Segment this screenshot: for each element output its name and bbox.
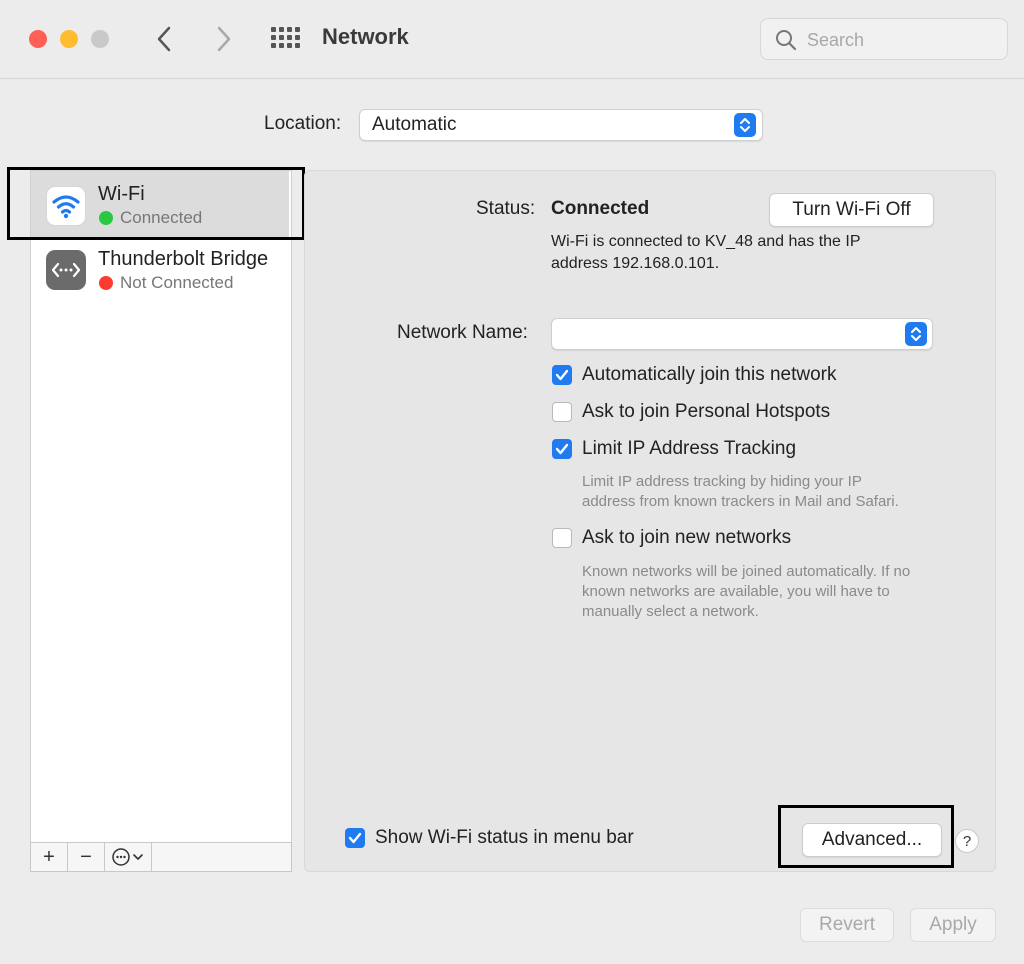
checkmark-icon: [555, 369, 569, 381]
limit-ip-tracking-checkbox[interactable]: [552, 439, 572, 459]
status-label: Status:: [476, 198, 536, 219]
service-name-thunderbolt-bridge: Thunderbolt Bridge: [98, 248, 269, 270]
search-icon: [776, 30, 797, 51]
turn-wifi-off-button[interactable]: Turn Wi-Fi Off: [769, 193, 934, 227]
checkmark-icon: [555, 443, 569, 455]
service-status-thunderbolt-bridge: Not Connected: [120, 273, 234, 292]
remove-service-button[interactable]: −: [68, 843, 105, 871]
ask-join-new-networks-desc-line3: manually select a network.: [582, 603, 759, 620]
ask-join-new-networks-label: Ask to join new networks: [582, 527, 792, 548]
network-name-popup[interactable]: [551, 318, 933, 350]
action-menu-button[interactable]: [105, 843, 152, 871]
ask-join-new-networks-desc-line2: known networks are available, you will h…: [582, 583, 890, 600]
close-window-button[interactable]: [29, 30, 47, 48]
location-value: Automatic: [372, 114, 457, 135]
popup-arrows-icon: [905, 322, 927, 346]
chevron-right-icon: [217, 26, 231, 52]
limit-ip-tracking-desc-line1: Limit IP address tracking by hiding your…: [582, 473, 862, 490]
limit-ip-tracking-label: Limit IP Address Tracking: [582, 438, 797, 459]
popup-arrows-icon: [734, 113, 756, 137]
forward-button[interactable]: [212, 24, 234, 54]
highlight-box-advanced: [778, 805, 954, 868]
limit-ip-tracking-desc-line2: address from known trackers in Mail and …: [582, 493, 899, 510]
add-service-button[interactable]: +: [31, 843, 68, 871]
location-popup[interactable]: Automatic: [359, 109, 763, 141]
checkmark-icon: [348, 832, 362, 844]
highlight-box-wifi: [7, 167, 305, 240]
show-status-menu-bar-checkbox[interactable]: [345, 828, 365, 848]
ask-join-hotspots-label: Ask to join Personal Hotspots: [582, 401, 831, 422]
zoom-window-button[interactable]: [91, 30, 109, 48]
search-input[interactable]: [805, 27, 999, 53]
location-label: Location:: [264, 113, 342, 134]
service-list-toolbar: + −: [30, 842, 292, 872]
status-description-line2: address 192.168.0.101.: [551, 255, 720, 272]
detail-panel: [304, 170, 996, 872]
revert-button[interactable]: Revert: [800, 908, 894, 942]
grid-icon: [271, 27, 300, 48]
window-title: Network: [322, 24, 409, 49]
ellipsis-circle-icon: [112, 848, 143, 866]
chevron-left-icon: [157, 26, 171, 52]
ask-join-new-networks-checkbox[interactable]: [552, 528, 572, 548]
back-button[interactable]: [154, 24, 176, 54]
ask-join-hotspots-checkbox[interactable]: [552, 402, 572, 422]
auto-join-checkbox[interactable]: [552, 365, 572, 385]
network-name-label: Network Name:: [397, 322, 528, 343]
show-all-button[interactable]: [270, 25, 300, 51]
thunderbolt-bridge-icon: [46, 250, 86, 290]
minimize-window-button[interactable]: [60, 30, 78, 48]
status-description-line1: Wi-Fi is connected to KV_48 and has the …: [551, 233, 861, 250]
status-dot-red: [99, 276, 113, 290]
show-status-menu-bar-label: Show Wi-Fi status in menu bar: [375, 827, 634, 848]
search-field[interactable]: [760, 18, 1008, 60]
auto-join-label: Automatically join this network: [582, 364, 837, 385]
apply-button[interactable]: Apply: [910, 908, 996, 942]
help-button[interactable]: ?: [955, 829, 979, 853]
ask-join-new-networks-desc-line1: Known networks will be joined automatica…: [582, 563, 911, 580]
status-value: Connected: [551, 198, 650, 219]
